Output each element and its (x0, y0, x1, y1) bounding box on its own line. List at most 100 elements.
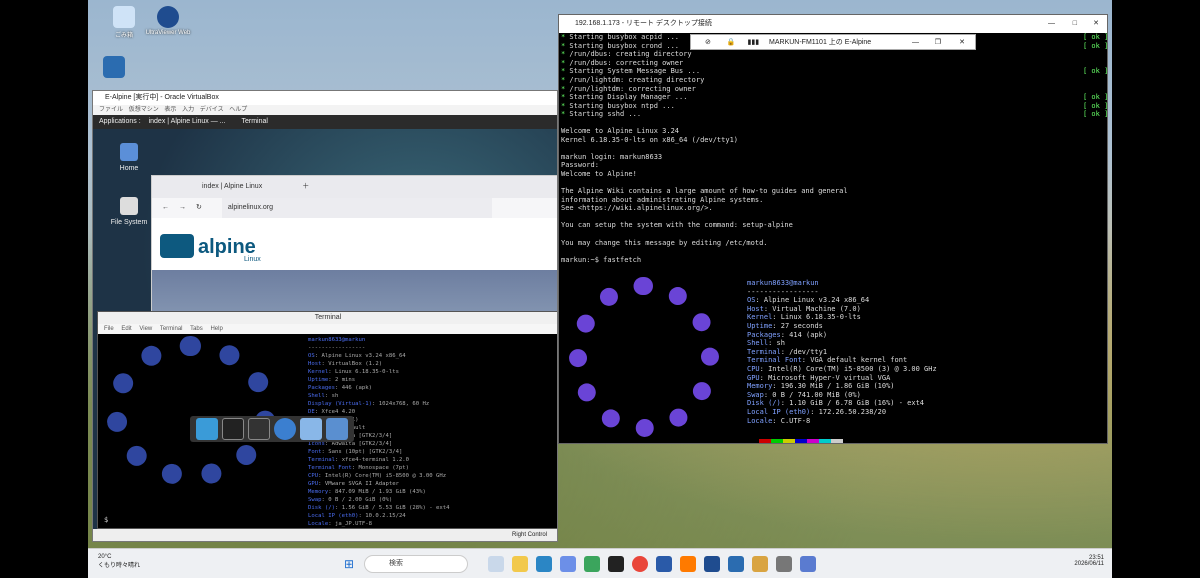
search-box[interactable]: 検索 (364, 555, 468, 573)
panel-task-firefox[interactable]: index | Alpine Linux — ... (149, 118, 226, 125)
menu-tabs[interactable]: Tabs (190, 326, 203, 332)
pin-icon[interactable]: ⊘ (705, 39, 711, 46)
clock[interactable]: 23:51 2026/06/11 (1074, 555, 1104, 567)
fastfetch-row: Locale: ja_JP.UTF-8 (308, 521, 372, 527)
rdp-host-label: MARKUN-FM1101 上の E-Alpine (769, 39, 872, 46)
taskview-icon[interactable] (488, 556, 504, 572)
menu-devices[interactable]: デバイス (200, 107, 224, 113)
console-line: You may change this message by editing /… (561, 238, 768, 247)
weather-widget[interactable]: 20°C くもり時々晴れ (98, 554, 140, 569)
fastfetch-row: Memory: 847.09 MiB / 1.93 GiB (43%) (308, 489, 426, 495)
restore-icon[interactable]: ❐ (935, 35, 941, 51)
desktop-icon-virtualbox[interactable] (90, 56, 138, 80)
rdp-console[interactable]: * Starting busybox acpid ...[ ok ] * Star… (559, 33, 1107, 443)
minimize-icon[interactable]: — (1048, 15, 1055, 33)
url-bar[interactable]: alpinelinux.org (221, 198, 492, 218)
app-icon[interactable] (584, 556, 600, 572)
menu-view[interactable]: 表示 (164, 107, 176, 113)
guest-icon-label: File System (110, 219, 148, 226)
menu-machine[interactable]: 仮想マシン (129, 107, 159, 113)
signal-icon: ▮▮▮ (747, 39, 760, 46)
guest-icon-home[interactable]: Home (99, 143, 159, 172)
ultraviewer-icon[interactable] (704, 556, 720, 572)
edge-icon[interactable] (536, 556, 552, 572)
console-line: You can setup the system with the comman… (561, 221, 793, 230)
boot-line: * Starting Display Manager ...[ ok ] (561, 93, 1107, 102)
fastfetch-row: Disk (/): 1.10 GiB / 6.78 GiB (16%) - ex… (747, 399, 925, 408)
virtualbox-icon[interactable] (728, 556, 744, 572)
minimize-icon[interactable]: — (912, 35, 919, 51)
start-icon[interactable]: ⊞ (344, 557, 354, 571)
fastfetch-row: GPU: Microsoft Hyper-V virtual VGA (747, 373, 891, 382)
weather-text: くもり時々晴れ (98, 563, 141, 569)
fastfetch-row: Kernel: Linux 6.18.35-0-lts (747, 313, 861, 322)
virtualbox-titlebar[interactable]: E-Alpine [実行中] - Oracle VirtualBox (93, 91, 557, 105)
panel-task-terminal[interactable]: Terminal (241, 118, 267, 125)
dock-search-icon[interactable] (300, 418, 322, 440)
desktop-icon-recycle-bin[interactable]: ごみ箱 (100, 6, 148, 39)
close-icon[interactable]: ✕ (959, 35, 965, 51)
menu-view[interactable]: View (139, 326, 152, 332)
fastfetch-user: markun8633@markun (747, 279, 819, 287)
fastfetch-row: Font: Sans (10pt) [GTK2/3/4] (308, 449, 403, 455)
xfce-panel: Applications : index | Alpine Linux — ..… (93, 115, 557, 129)
back-icon[interactable]: ← (162, 204, 169, 211)
console-line: See <https://wiki.alpinelinux.org/>. (561, 204, 713, 213)
menu-input[interactable]: 入力 (182, 107, 194, 113)
console-line: Welcome to Alpine! (561, 169, 637, 178)
console-line: markun login: markun8633 (561, 152, 663, 161)
dock-browser-icon[interactable] (274, 418, 296, 440)
forward-icon[interactable]: → (179, 204, 186, 211)
guest-screen[interactable]: Applications : index | Alpine Linux — ..… (93, 115, 557, 529)
chrome-icon[interactable] (632, 556, 648, 572)
fastfetch-user: markun8633@markun (308, 337, 366, 343)
menu-file[interactable]: ファイル (99, 107, 123, 113)
new-tab-icon[interactable]: ＋ (302, 183, 309, 190)
rdp-icon[interactable] (800, 556, 816, 572)
menu-file[interactable]: File (104, 326, 114, 332)
store-icon[interactable] (560, 556, 576, 572)
dock-show-desktop-icon[interactable] (196, 418, 218, 440)
clock-date: 2026/06/11 (1074, 561, 1104, 567)
dock-terminal-icon[interactable] (222, 418, 244, 440)
fastfetch-row: Host: Virtual Machine (7.0) (747, 304, 861, 313)
maximize-icon[interactable]: □ (1073, 15, 1077, 33)
fastfetch-row: Swap: 0 B / 741.00 MiB (0%) (747, 390, 861, 399)
app-icon[interactable] (656, 556, 672, 572)
menu-help[interactable]: ヘルプ (229, 107, 247, 113)
reload-icon[interactable]: ↻ (196, 204, 202, 211)
dock-file-manager-icon[interactable] (248, 418, 270, 440)
terminal-titlebar[interactable]: Terminal (98, 312, 557, 324)
search-label: 検索 (389, 560, 403, 567)
file-explorer-icon[interactable] (512, 556, 528, 572)
virtualbox-window[interactable]: E-Alpine [実行中] - Oracle VirtualBox ファイル … (92, 90, 558, 542)
dock-folder-icon[interactable] (326, 418, 348, 440)
guest-icon-filesystem[interactable]: File System (99, 197, 159, 226)
fastfetch-row: Kernel: Linux 6.18.35-0-lts (308, 369, 399, 375)
console-line: The Alpine Wiki contains a large amount … (561, 187, 848, 196)
rdp-titlebar[interactable]: 192.168.1.173 - リモート デスクトップ接続 — □ ✕ (559, 15, 1107, 33)
console-line: information about administrating Alpine … (561, 195, 764, 204)
rdp-connection-bar[interactable]: ⊘ 🔒 ▮▮▮ MARKUN-FM1101 上の E-Alpine — ❐ ✕ (690, 34, 976, 50)
menu-edit[interactable]: Edit (121, 326, 131, 332)
terminal-icon[interactable] (608, 556, 624, 572)
app-icon[interactable] (680, 556, 696, 572)
firefox-tab[interactable]: index | Alpine Linux (202, 183, 262, 190)
close-icon[interactable]: ✕ (1093, 15, 1099, 33)
menu-help[interactable]: Help (210, 326, 222, 332)
terminal-prompt[interactable]: $ (104, 516, 108, 524)
xfce-dock (190, 416, 354, 442)
fastfetch-row: Memory: 196.30 MiB / 1.86 GiB (10%) (747, 382, 895, 391)
remote-desktop-window[interactable]: 192.168.1.173 - リモート デスクトップ接続 — □ ✕ * St… (558, 14, 1108, 444)
applications-menu[interactable]: Applications : (99, 118, 141, 125)
app-icon[interactable] (776, 556, 792, 572)
color-palette (747, 439, 843, 443)
fastfetch-row: Local IP (eth0): 10.0.2.15/24 (308, 513, 406, 519)
app-icon[interactable] (752, 556, 768, 572)
fastfetch-row: Terminal: /dev/tty1 (747, 347, 828, 356)
boot-line: * /run/lightdm: correcting owner (561, 84, 696, 93)
menu-terminal[interactable]: Terminal (160, 326, 183, 332)
desktop-icon-ultraviewer[interactable]: UltraViewer Web (144, 6, 192, 36)
terminal-menubar: File Edit View Terminal Tabs Help (98, 324, 557, 334)
